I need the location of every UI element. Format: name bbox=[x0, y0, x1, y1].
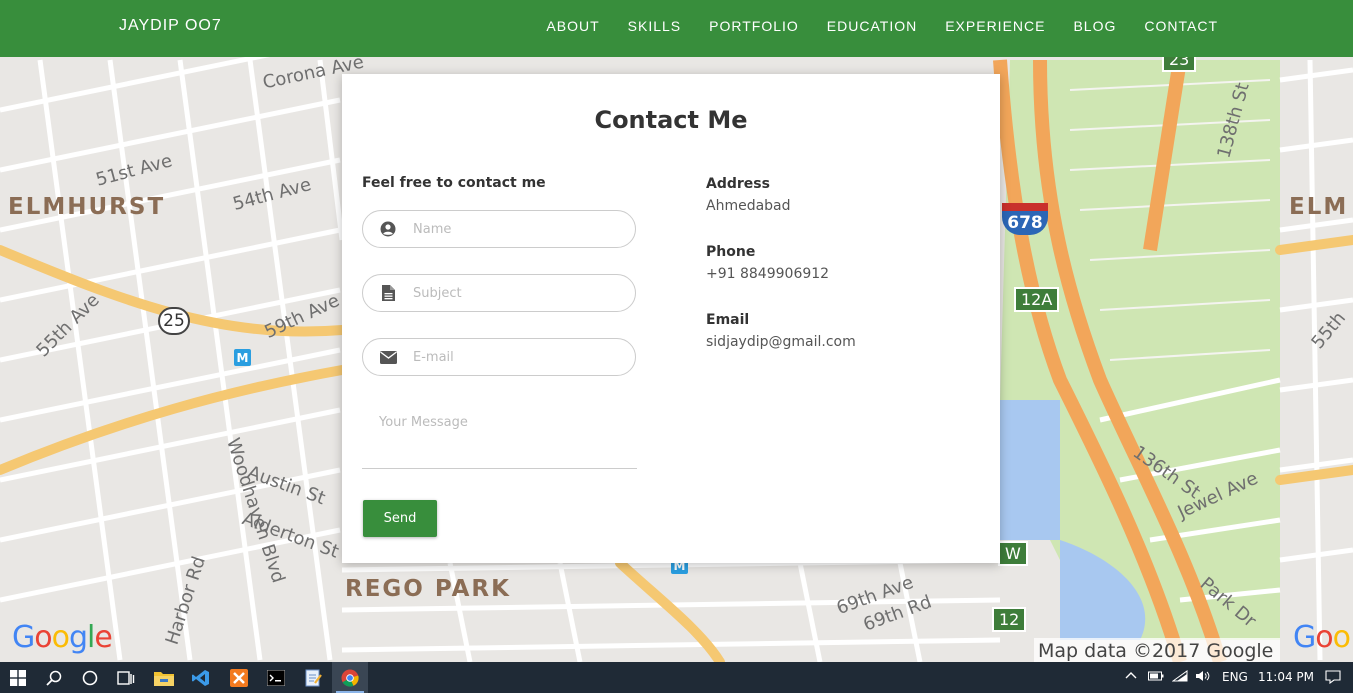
chrome-icon[interactable] bbox=[332, 662, 368, 693]
nav-link-experience[interactable]: EXPERIENCE bbox=[945, 18, 1045, 34]
message-field bbox=[362, 407, 637, 469]
subject-input[interactable] bbox=[413, 285, 613, 301]
email-value: sidjaydip@gmail.com bbox=[706, 334, 856, 350]
interstate-678-shield: 678 bbox=[1002, 203, 1048, 235]
phone-value: +91 8849906912 bbox=[706, 266, 830, 282]
nav-links: ABOUT SKILLS PORTFOLIO EDUCATION EXPERIE… bbox=[518, 18, 1218, 34]
task-view-icon[interactable] bbox=[108, 662, 144, 693]
map-district-label: ELM bbox=[1289, 194, 1349, 220]
exit-12a-sign: 12A bbox=[1014, 287, 1060, 312]
email-field bbox=[362, 338, 636, 376]
message-textarea[interactable] bbox=[362, 407, 637, 468]
cortana-icon[interactable] bbox=[72, 662, 108, 693]
chevron-up-icon[interactable] bbox=[1125, 670, 1137, 685]
nav-link-education[interactable]: EDUCATION bbox=[827, 18, 917, 34]
document-icon bbox=[363, 285, 413, 301]
map-district-label: ELMHURST bbox=[8, 194, 166, 220]
top-navbar: JAYDIP OO7 ABOUT SKILLS PORTFOLIO EDUCAT… bbox=[0, 0, 1353, 57]
xampp-icon[interactable] bbox=[221, 662, 257, 693]
notification-center-icon[interactable] bbox=[1325, 670, 1341, 687]
route-25-shield: 25 bbox=[158, 307, 190, 335]
user-icon bbox=[363, 221, 413, 237]
nav-link-about[interactable]: ABOUT bbox=[546, 18, 599, 34]
address-value: Ahmedabad bbox=[706, 198, 791, 214]
command-prompt-icon[interactable] bbox=[258, 662, 294, 693]
email-label: Email bbox=[706, 312, 750, 328]
subject-field bbox=[362, 274, 636, 312]
nav-link-skills[interactable]: SKILLS bbox=[628, 18, 681, 34]
name-field bbox=[362, 210, 636, 248]
map-attribution[interactable]: Map data ©2017 Google bbox=[1034, 638, 1280, 662]
notepad-icon[interactable] bbox=[295, 662, 331, 693]
clock[interactable]: 11:04 PM bbox=[1258, 670, 1314, 684]
contact-title: Contact Me bbox=[594, 106, 748, 134]
file-explorer-icon[interactable] bbox=[146, 662, 182, 693]
windows-start-icon[interactable] bbox=[0, 662, 36, 693]
name-input[interactable] bbox=[413, 221, 613, 237]
nav-link-contact[interactable]: CONTACT bbox=[1144, 18, 1218, 34]
exit-12-sign: 12 bbox=[992, 607, 1027, 632]
language-indicator[interactable]: ENG bbox=[1222, 670, 1248, 684]
contact-card: Contact Me Feel free to contact me Send … bbox=[342, 74, 1000, 563]
windows-taskbar: ENG 11:04 PM bbox=[0, 662, 1353, 693]
exit-w-sign: W bbox=[998, 541, 1028, 566]
envelope-icon bbox=[363, 350, 413, 364]
metro-station-icon[interactable]: M bbox=[234, 349, 251, 366]
address-label: Address bbox=[706, 176, 770, 192]
brand-logo[interactable]: JAYDIP OO7 bbox=[119, 17, 222, 35]
nav-link-blog[interactable]: BLOG bbox=[1073, 18, 1116, 34]
google-logo[interactable]: Goo bbox=[1293, 620, 1351, 655]
vscode-icon[interactable] bbox=[183, 662, 219, 693]
send-button[interactable]: Send bbox=[363, 500, 437, 537]
battery-icon[interactable] bbox=[1148, 670, 1164, 685]
volume-icon[interactable] bbox=[1195, 670, 1211, 685]
search-icon[interactable] bbox=[36, 662, 72, 693]
email-input[interactable] bbox=[413, 349, 613, 365]
phone-label: Phone bbox=[706, 244, 756, 260]
nav-link-portfolio[interactable]: PORTFOLIO bbox=[709, 18, 799, 34]
map-district-label: REGO PARK bbox=[345, 576, 511, 602]
google-logo[interactable]: Google bbox=[12, 620, 113, 655]
wifi-icon[interactable] bbox=[1171, 670, 1188, 685]
form-heading: Feel free to contact me bbox=[362, 175, 546, 191]
